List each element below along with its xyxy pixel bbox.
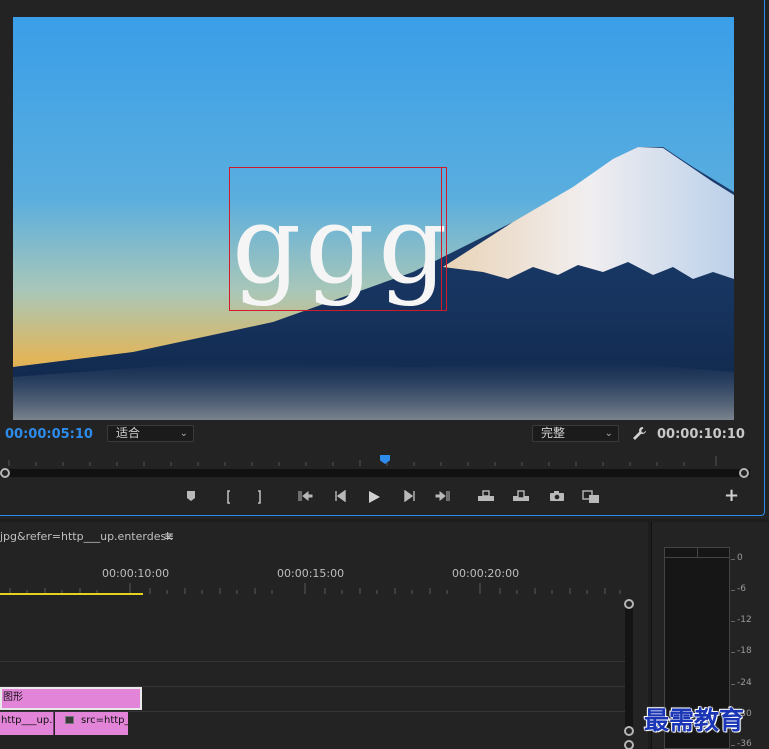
zoom-scroll-bar[interactable]	[0, 469, 750, 477]
comparison-view-icon[interactable]	[582, 488, 600, 506]
ruler-label: 00:00:20:00	[452, 567, 520, 580]
ruler-label: 00:00:10:00	[102, 567, 170, 580]
graphic-clip[interactable]: 图形	[0, 687, 142, 710]
duration-timecode: 00:00:10:10	[657, 427, 745, 442]
work-area-bar[interactable]	[0, 593, 143, 595]
scroll-handle-bottom-b[interactable]	[624, 740, 634, 749]
fx-badge-icon	[65, 716, 74, 724]
step-forward-icon[interactable]	[401, 488, 419, 506]
add-marker-icon[interactable]	[182, 488, 200, 506]
track-divider	[0, 661, 625, 662]
scroll-handle-bottom-a[interactable]	[624, 726, 634, 736]
ruler-label: 00:00:15:00	[277, 567, 345, 580]
overwrite-icon[interactable]	[512, 488, 530, 506]
button-editor-plus-icon[interactable]: +	[724, 487, 739, 505]
sequence-tab-title[interactable]: jpg&refer=http___up.enterdesk	[0, 530, 173, 543]
zoom-level-select[interactable]: 适合 ⌄	[107, 425, 194, 442]
timeline-vertical-scrollbar[interactable]	[625, 604, 633, 732]
db-label: -36	[737, 739, 752, 749]
play-icon[interactable]	[365, 488, 383, 506]
settings-wrench-icon[interactable]	[632, 426, 647, 441]
db-label: -24	[737, 678, 752, 688]
transport-controls	[0, 485, 769, 509]
go-to-in-icon[interactable]	[296, 488, 314, 506]
watermark-logo: 最需教育	[643, 706, 745, 736]
current-timecode[interactable]: 00:00:05:10	[5, 427, 93, 442]
monitor-time-ruler[interactable]	[0, 448, 748, 468]
chevron-down-icon: ⌄	[179, 428, 188, 439]
scroll-handle-left[interactable]	[0, 468, 10, 478]
insert-icon[interactable]	[477, 488, 495, 506]
video-clip[interactable]: http___up.e	[0, 712, 54, 735]
chevron-down-icon: ⌄	[604, 428, 613, 439]
db-tick	[731, 652, 735, 653]
step-back-icon[interactable]	[331, 488, 349, 506]
mark-out-icon[interactable]	[251, 488, 269, 506]
scroll-handle-right[interactable]	[739, 468, 749, 478]
video-clip[interactable]: src=http_	[55, 712, 128, 735]
scroll-handle-top[interactable]	[624, 599, 634, 609]
db-tick	[731, 621, 735, 622]
db-label: 0	[737, 553, 743, 563]
clip-label: src=http_	[81, 715, 128, 726]
text-bounding-box	[229, 167, 447, 311]
mark-in-icon[interactable]	[219, 488, 237, 506]
playback-resolution-select[interactable]: 完整 ⌄	[532, 425, 619, 442]
panel-menu-icon[interactable]: ≡	[164, 529, 174, 543]
meter-channel-divider	[697, 547, 698, 558]
db-tick	[731, 559, 735, 560]
go-to-out-icon[interactable]	[434, 488, 452, 506]
resolution-value: 完整	[541, 426, 566, 440]
export-frame-camera-icon[interactable]	[548, 488, 566, 506]
db-label: -6	[737, 584, 746, 594]
db-label: -12	[737, 615, 752, 625]
db-tick	[731, 590, 735, 591]
db-tick	[731, 684, 735, 685]
db-tick	[731, 745, 735, 746]
db-label: -18	[737, 646, 752, 656]
zoom-level-value: 适合	[116, 426, 141, 440]
clip-label: 图形	[3, 691, 140, 705]
